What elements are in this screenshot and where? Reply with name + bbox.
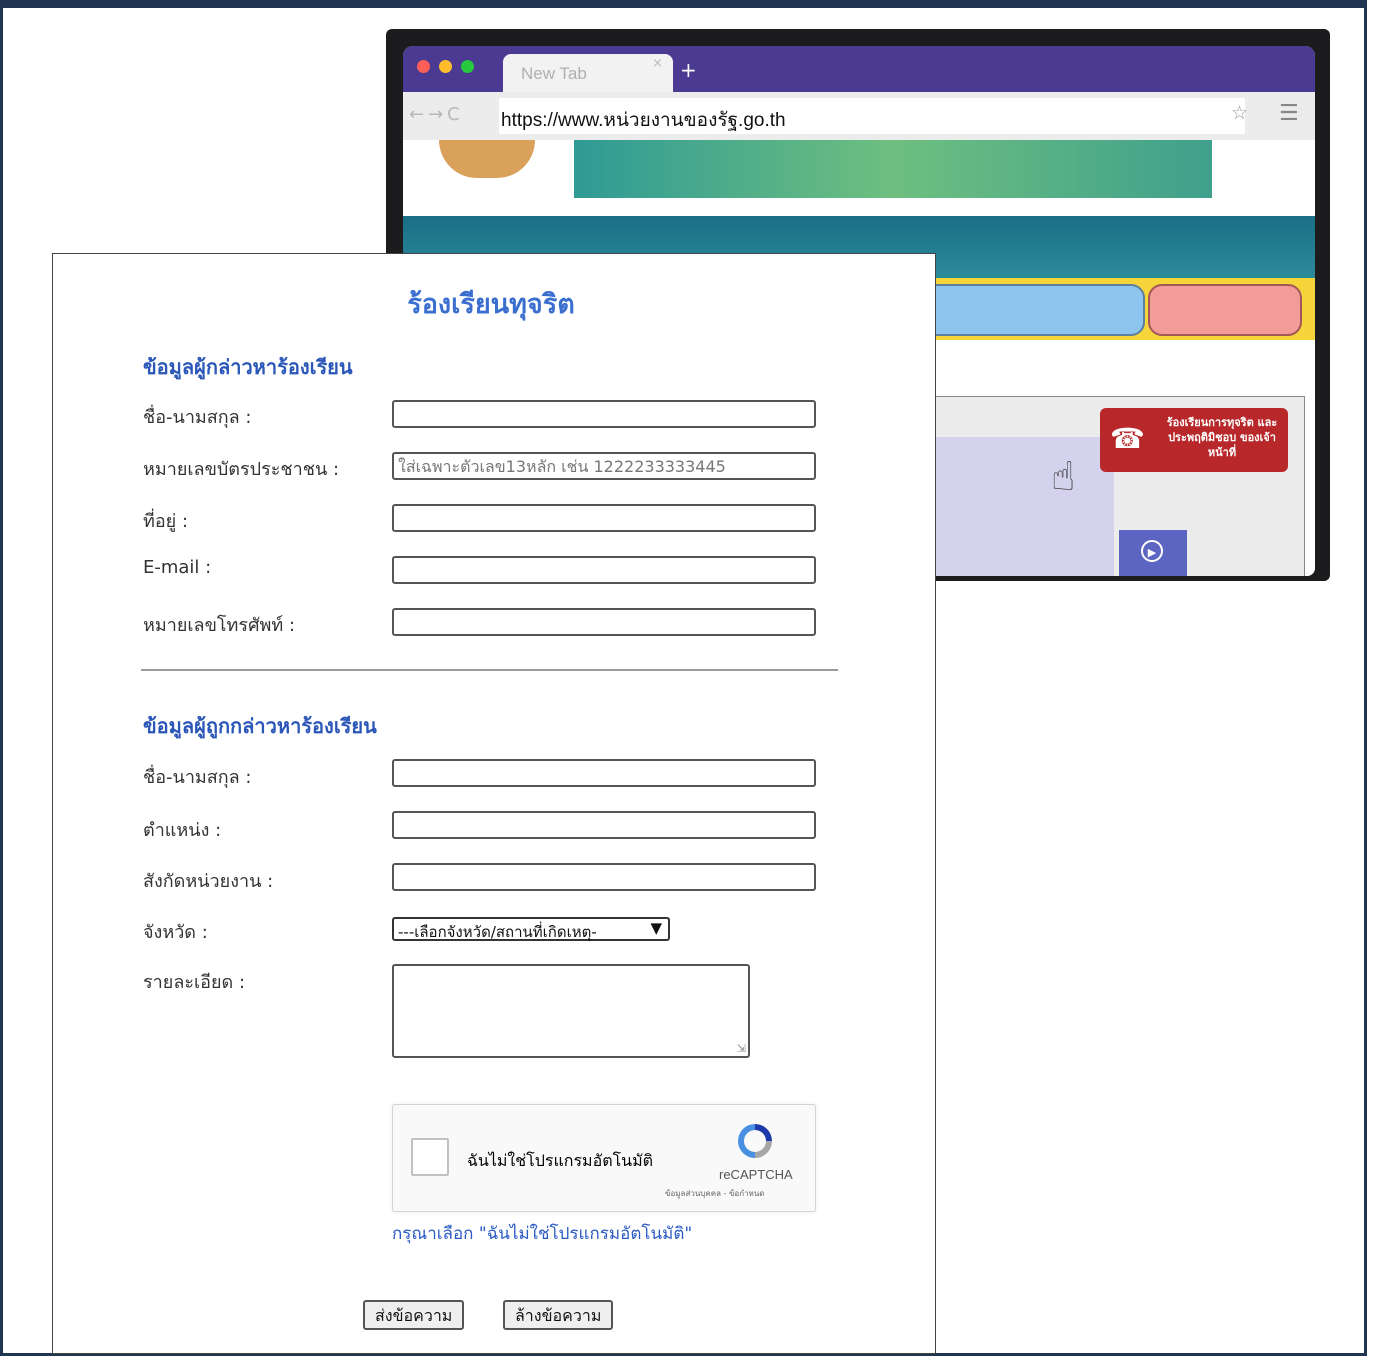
complainant-email-input[interactable] xyxy=(392,556,816,584)
detail-textarea[interactable]: ⇲ xyxy=(392,964,750,1058)
hand-pointer-icon: ☝ xyxy=(1051,454,1076,500)
complainant-name-label: ชื่อ-นามสกุล : xyxy=(143,407,252,428)
complainant-name-input[interactable] xyxy=(392,400,816,428)
recaptcha-label: ฉันไม่ใช่โปรแกรมอัตโนมัติ xyxy=(467,1151,654,1170)
bookmark-star-icon[interactable]: ☆ xyxy=(1231,102,1248,124)
url-text: https://www.หน่วยงานของรัฐ.go.th xyxy=(501,110,786,131)
form-title: ร้องเรียนทุจริต xyxy=(407,289,575,320)
site-banner-image xyxy=(574,140,1212,198)
resize-handle-icon[interactable]: ⇲ xyxy=(737,1042,746,1055)
video-thumbnail[interactable]: ▶ xyxy=(1119,530,1187,576)
complainant-email-label: E-mail : xyxy=(143,557,212,578)
phone-icon: ☎ xyxy=(1110,422,1145,455)
complainant-phone-input[interactable] xyxy=(392,608,816,636)
reset-button[interactable]: ล้างข้อความ xyxy=(503,1300,614,1330)
tab-label: New Tab xyxy=(521,64,587,83)
accused-position-label: ตำแหน่ง : xyxy=(143,820,222,841)
recaptcha-links[interactable]: ข้อมูลส่วนบุคคล - ข้อกำหนด xyxy=(665,1187,765,1200)
new-tab-icon[interactable]: + xyxy=(680,58,697,82)
detail-label: รายละเอียด : xyxy=(143,972,246,993)
province-select[interactable]: ---เลือกจังหวัด/สถานที่เกิดเหตุ- ▼ xyxy=(392,917,670,941)
complaint-form: ร้องเรียนทุจริต ข้อมูลผู้กล่าวหาร้องเรีย… xyxy=(52,253,936,1354)
accused-section-title: ข้อมูลผู้ถูกกล่าวหาร้องเรียน xyxy=(143,714,377,738)
url-field[interactable]: https://www.หน่วยงานของรัฐ.go.th xyxy=(499,98,1245,134)
complaint-badge[interactable]: ☎ ร้องเรียนการทุจริต และประพฤติมิชอบ ของ… xyxy=(1100,408,1288,472)
complaint-badge-text: ร้องเรียนการทุจริต และประพฤติมิชอบ ของเจ… xyxy=(1166,416,1278,459)
close-window-dot[interactable] xyxy=(417,60,430,73)
tab-close-icon[interactable]: × xyxy=(652,56,663,71)
captcha-hint: กรุณาเลือก "ฉันไม่ใช่โปรแกรมอัตโนมัติ" xyxy=(392,1224,693,1244)
accused-position-input[interactable] xyxy=(392,811,816,839)
province-selected-value: ---เลือกจังหวัด/สถานที่เกิดเหตุ- xyxy=(398,923,597,941)
chevron-down-icon: ▼ xyxy=(650,919,662,937)
complainant-phone-label: หมายเลขโทรศัพท์ : xyxy=(143,615,296,636)
complainant-section-title: ข้อมูลผู้กล่าวหาร้องเรียน xyxy=(143,355,353,379)
address-bar: ←→C https://www.หน่วยงานของรัฐ.go.th ☆ ☰ xyxy=(403,92,1315,140)
complainant-id-input[interactable] xyxy=(392,452,816,480)
submit-button[interactable]: ส่งข้อความ xyxy=(363,1300,465,1330)
recaptcha-widget: ฉันไม่ใช่โปรแกรมอัตโนมัติ reCAPTCHA ข้อม… xyxy=(392,1104,816,1212)
complainant-address-input[interactable] xyxy=(392,504,816,532)
navigation-icons[interactable]: ←→C xyxy=(409,104,464,125)
section-divider xyxy=(141,669,838,671)
accused-name-input[interactable] xyxy=(392,759,816,787)
browser-tab[interactable]: New Tab × xyxy=(503,54,673,92)
accused-agency-label: สังกัดหน่วยงาน : xyxy=(143,871,274,892)
recaptcha-checkbox[interactable] xyxy=(411,1138,449,1176)
accused-agency-input[interactable] xyxy=(392,863,816,891)
play-icon: ▶ xyxy=(1141,540,1163,562)
province-label: จังหวัด : xyxy=(143,922,208,943)
minimize-window-dot[interactable] xyxy=(439,60,452,73)
site-logo xyxy=(439,140,535,178)
maximize-window-dot[interactable] xyxy=(461,60,474,73)
menu-icon[interactable]: ☰ xyxy=(1279,101,1299,126)
site-menu-button-red[interactable] xyxy=(1148,284,1302,336)
accused-name-label: ชื่อ-นามสกุล : xyxy=(143,767,252,788)
recaptcha-logo-icon xyxy=(738,1124,772,1158)
complainant-address-label: ที่อยู่ : xyxy=(143,511,189,532)
complainant-id-label: หมายเลขบัตรประชาชน : xyxy=(143,459,340,480)
recaptcha-brand: reCAPTCHA xyxy=(719,1167,793,1182)
tab-bar: New Tab × + xyxy=(403,46,1315,92)
site-menu-button-blue[interactable] xyxy=(903,284,1145,336)
